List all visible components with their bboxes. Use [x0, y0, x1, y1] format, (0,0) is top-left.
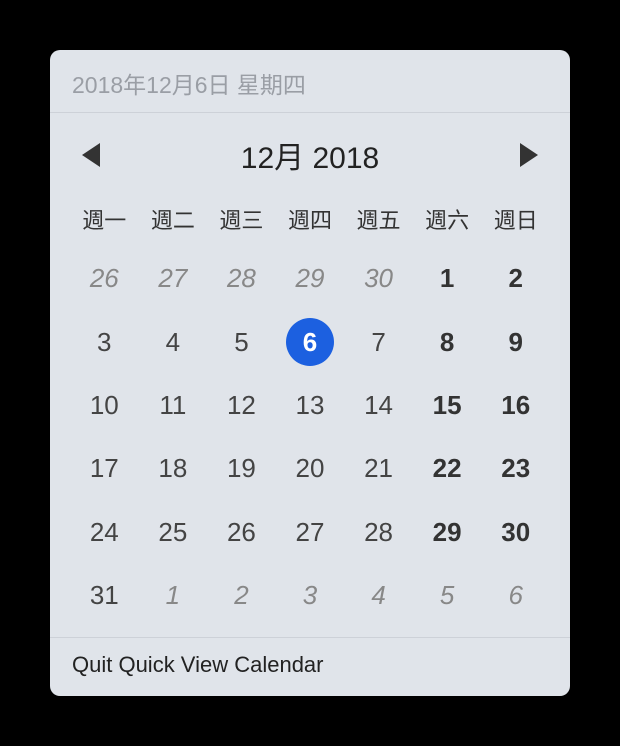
day-number: 16	[501, 390, 530, 421]
day-number: 3	[303, 580, 317, 611]
prev-month-icon[interactable]	[82, 143, 100, 167]
day-cell[interactable]: 6	[481, 564, 550, 627]
day-cell[interactable]: 22	[413, 437, 482, 500]
day-number: 6	[508, 580, 522, 611]
day-number: 22	[433, 453, 462, 484]
month-title: 12月 2018	[241, 133, 379, 177]
day-number: 2	[234, 580, 248, 611]
day-number: 24	[90, 517, 119, 548]
day-number: 28	[227, 263, 256, 294]
day-cell[interactable]: 24	[70, 500, 139, 563]
day-cell[interactable]: 1	[413, 247, 482, 310]
next-month-icon[interactable]	[520, 143, 538, 167]
day-number: 17	[90, 453, 119, 484]
day-cell[interactable]: 1	[139, 564, 208, 627]
day-number: 30	[364, 263, 393, 294]
day-cell[interactable]: 19	[207, 437, 276, 500]
day-number: 1	[440, 263, 454, 294]
day-cell[interactable]: 6	[276, 310, 345, 373]
day-cell[interactable]: 29	[413, 500, 482, 563]
day-cell[interactable]: 10	[70, 374, 139, 437]
day-number: 13	[296, 390, 325, 421]
month-nav: 12月 2018	[50, 113, 570, 187]
day-number: 5	[440, 580, 454, 611]
day-number: 29	[433, 517, 462, 548]
day-cell[interactable]: 5	[207, 310, 276, 373]
day-cell[interactable]: 27	[276, 500, 345, 563]
header-date: 2018年12月6日 星期四	[50, 50, 570, 113]
day-cell[interactable]: 11	[139, 374, 208, 437]
day-number: 25	[158, 517, 187, 548]
day-cell[interactable]: 28	[344, 500, 413, 563]
day-cell[interactable]: 28	[207, 247, 276, 310]
day-number: 14	[364, 390, 393, 421]
dow-label: 週四	[276, 195, 345, 247]
day-cell[interactable]: 7	[344, 310, 413, 373]
quit-button[interactable]: Quit Quick View Calendar	[50, 637, 570, 696]
day-number: 11	[159, 390, 186, 421]
day-number: 6	[303, 327, 317, 358]
dow-label: 週日	[481, 195, 550, 247]
dow-label: 週三	[207, 195, 276, 247]
day-number: 10	[90, 390, 119, 421]
day-cell[interactable]: 14	[344, 374, 413, 437]
day-cell[interactable]: 25	[139, 500, 208, 563]
day-number: 3	[97, 327, 111, 358]
day-cell[interactable]: 12	[207, 374, 276, 437]
day-cell[interactable]: 20	[276, 437, 345, 500]
day-cell[interactable]: 9	[481, 310, 550, 373]
day-cell[interactable]: 17	[70, 437, 139, 500]
dow-label: 週二	[139, 195, 208, 247]
day-number: 26	[227, 517, 256, 548]
day-number: 21	[364, 453, 393, 484]
day-cell[interactable]: 4	[344, 564, 413, 627]
day-cell[interactable]: 27	[139, 247, 208, 310]
day-cell[interactable]: 4	[139, 310, 208, 373]
day-number: 9	[508, 327, 522, 358]
day-cell[interactable]: 3	[70, 310, 139, 373]
day-cell[interactable]: 21	[344, 437, 413, 500]
day-cell[interactable]: 18	[139, 437, 208, 500]
day-number: 4	[166, 327, 180, 358]
day-number: 18	[158, 453, 187, 484]
day-cell[interactable]: 15	[413, 374, 482, 437]
day-cell[interactable]: 2	[207, 564, 276, 627]
day-cell[interactable]: 8	[413, 310, 482, 373]
day-cell[interactable]: 26	[207, 500, 276, 563]
day-cell[interactable]: 3	[276, 564, 345, 627]
day-number: 31	[90, 580, 119, 611]
day-number: 28	[364, 517, 393, 548]
day-number: 5	[234, 327, 248, 358]
day-cell[interactable]: 30	[481, 500, 550, 563]
day-cell[interactable]: 30	[344, 247, 413, 310]
day-number: 12	[227, 390, 256, 421]
day-cell[interactable]: 5	[413, 564, 482, 627]
day-number: 26	[90, 263, 119, 294]
day-cell[interactable]: 13	[276, 374, 345, 437]
dow-label: 週六	[413, 195, 482, 247]
day-number: 30	[501, 517, 530, 548]
day-number: 15	[433, 390, 462, 421]
day-number: 20	[296, 453, 325, 484]
day-number: 27	[158, 263, 187, 294]
day-number: 27	[296, 517, 325, 548]
day-cell[interactable]: 23	[481, 437, 550, 500]
day-number: 1	[166, 580, 180, 611]
day-number: 29	[296, 263, 325, 294]
day-number: 23	[501, 453, 530, 484]
day-cell[interactable]: 16	[481, 374, 550, 437]
day-number: 7	[371, 327, 385, 358]
dow-label: 週五	[344, 195, 413, 247]
day-cell[interactable]: 29	[276, 247, 345, 310]
day-cell[interactable]: 26	[70, 247, 139, 310]
calendar-grid: 週一 週二 週三 週四 週五 週六 週日 2627282930123456789…	[50, 187, 570, 637]
day-number: 19	[227, 453, 256, 484]
day-number: 2	[508, 263, 522, 294]
day-number: 8	[440, 327, 454, 358]
day-number: 4	[371, 580, 385, 611]
day-cell[interactable]: 2	[481, 247, 550, 310]
dow-label: 週一	[70, 195, 139, 247]
day-cell[interactable]: 31	[70, 564, 139, 627]
calendar-panel: 2018年12月6日 星期四 12月 2018 週一 週二 週三 週四 週五 週…	[50, 50, 570, 696]
